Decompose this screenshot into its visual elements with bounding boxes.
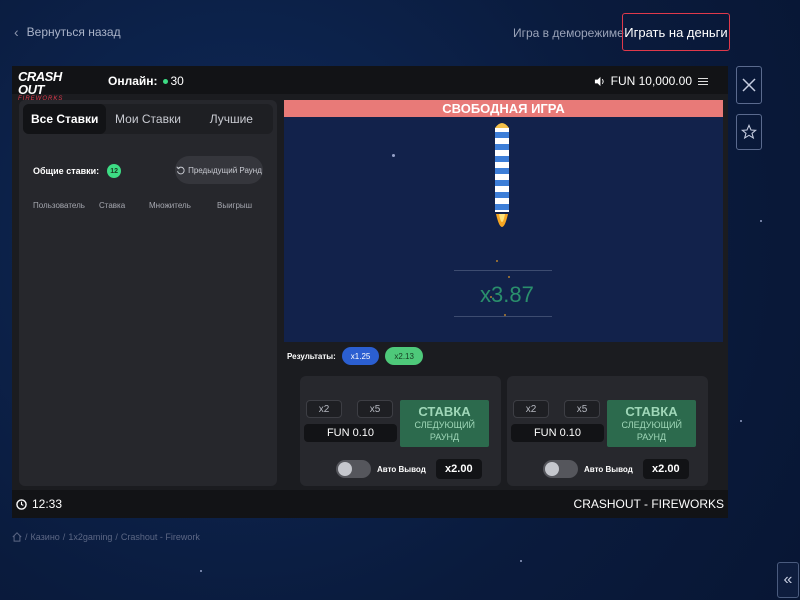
history-icon <box>176 165 185 174</box>
spark <box>508 276 510 278</box>
balance-value: FUN 10,000.00 <box>610 74 692 88</box>
auto-cashout: Авто Вывод x2.00 <box>336 459 482 479</box>
online-dot-icon <box>162 78 168 84</box>
game-header: CRASH OUT FIREWORKS Онлайн: 30 FUN 10,00… <box>12 66 728 102</box>
quick-x5-button[interactable]: x5 <box>357 400 393 418</box>
back-link[interactable]: ‹ Вернуться назад <box>14 24 121 40</box>
result-pill[interactable]: x1.25 <box>341 347 380 365</box>
demo-mode-link[interactable]: Игра в деморежиме <box>513 26 624 40</box>
menu-icon[interactable] <box>698 76 708 87</box>
online-indicator: Онлайн: 30 <box>108 74 184 88</box>
firework-rocket-icon <box>495 123 509 227</box>
auto-cashout-toggle[interactable] <box>336 460 371 478</box>
col-user: Пользователь <box>33 201 85 210</box>
clock-time: 12:33 <box>32 497 63 511</box>
bg-star <box>740 420 742 422</box>
online-label: Онлайн: <box>108 74 158 88</box>
breadcrumb-game: Crashout - Firework <box>120 532 200 542</box>
crashout-logo: CRASH OUT FIREWORKS <box>18 69 64 102</box>
bg-star <box>520 560 522 562</box>
speaker-icon[interactable] <box>594 76 605 87</box>
spark <box>496 260 498 262</box>
bet-panel: x2 x5 FUN 0.10 СТАВКА СЛЕДУЮЩИЙ РАУНД Ав… <box>300 376 501 486</box>
auto-cashout-value[interactable]: x2.00 <box>435 459 482 479</box>
footer-game-title: CRASHOUT - FIREWORKS <box>573 497 724 511</box>
bets-panel: Все Ставки Мои Ставки Лучшие Общие ставк… <box>19 100 277 486</box>
bet-amount-input[interactable]: FUN 0.10 <box>511 424 604 442</box>
total-bets-badge: 12 <box>107 164 122 178</box>
quick-x2-button[interactable]: x2 <box>513 400 549 418</box>
game-frame: CRASH OUT FIREWORKS Онлайн: 30 FUN 10,00… <box>12 66 728 518</box>
bet-amount-input[interactable]: FUN 0.10 <box>304 424 397 442</box>
breadcrumb: / Казино / 1x2gaming / Crashout - Firewo… <box>12 532 200 542</box>
total-bets-label: Общие ставки: <box>33 166 100 176</box>
close-button[interactable] <box>736 66 762 104</box>
tab-my-bets[interactable]: Мои Ставки <box>106 104 189 134</box>
home-icon[interactable] <box>12 532 22 542</box>
stake-label: СТАВКА <box>625 404 678 419</box>
clock: 12:33 <box>16 497 62 511</box>
auto-cashout-label: Авто Вывод <box>584 464 633 474</box>
tab-best[interactable]: Лучшие <box>190 104 273 134</box>
previous-round-button[interactable]: Предыдущий Раунд <box>175 156 263 184</box>
trail-line <box>454 316 552 317</box>
online-count: 30 <box>170 74 184 88</box>
stake-button[interactable]: СТАВКА СЛЕДУЮЩИЙ РАУНД <box>607 400 696 447</box>
results-bar: Результаты: x1.25 x2.13 <box>284 344 723 368</box>
game-screen: СВОБОДНАЯ ИГРА x3.87 <box>284 100 723 342</box>
results-label: Результаты: <box>287 351 336 361</box>
breadcrumb-casino[interactable]: Казино <box>31 532 60 542</box>
play-for-money-button[interactable]: Играть на деньги <box>622 13 730 51</box>
game-footer: 12:33 CRASHOUT - FIREWORKS <box>12 490 728 518</box>
result-pill[interactable]: x2.13 <box>385 347 423 365</box>
balance: FUN 10,000.00 <box>594 74 708 88</box>
total-bets: Общие ставки: 12 <box>33 164 122 178</box>
chevron-left-icon: ‹ <box>14 24 19 40</box>
bg-star <box>760 220 762 222</box>
clock-icon <box>16 498 27 510</box>
col-multiplier: Множитель <box>149 201 191 210</box>
stake-label: СТАВКА <box>418 404 471 419</box>
back-label: Вернуться назад <box>26 25 121 39</box>
bg-star <box>200 570 202 572</box>
col-win: Выигрыш <box>217 201 253 210</box>
favorite-button[interactable] <box>736 114 762 150</box>
auto-cashout: Авто Вывод x2.00 <box>543 459 689 479</box>
tab-all-bets[interactable]: Все Ставки <box>23 104 107 134</box>
stake-button[interactable]: СТАВКА СЛЕДУЮЩИЙ РАУНД <box>400 400 489 447</box>
star-icon <box>741 124 757 140</box>
screen-star <box>392 154 395 157</box>
stake-sub-label: СЛЕДУЮЩИЙ РАУНД <box>621 420 683 442</box>
free-game-banner: СВОБОДНАЯ ИГРА <box>284 100 723 117</box>
quick-x5-button[interactable]: x5 <box>564 400 600 418</box>
collapse-sidebar-button[interactable]: « <box>777 562 799 598</box>
previous-round-label: Предыдущий Раунд <box>188 165 262 175</box>
spark <box>504 314 506 316</box>
stake-sub-label: СЛЕДУЮЩИЙ РАУНД <box>414 420 476 442</box>
quick-x2-button[interactable]: x2 <box>306 400 342 418</box>
auto-cashout-toggle[interactable] <box>543 460 578 478</box>
double-chevron-left-icon: « <box>783 571 793 588</box>
auto-cashout-value[interactable]: x2.00 <box>642 459 689 479</box>
multiplier-value: x3.87 <box>480 282 534 307</box>
close-icon <box>742 78 756 92</box>
breadcrumb-provider[interactable]: 1x2gaming <box>68 532 112 542</box>
trail-line <box>454 270 552 271</box>
col-stake: Ставка <box>99 201 126 210</box>
bets-tabs: Все Ставки Мои Ставки Лучшие <box>23 104 273 134</box>
auto-cashout-label: Авто Вывод <box>377 464 426 474</box>
bet-panel: x2 x5 FUN 0.10 СТАВКА СЛЕДУЮЩИЙ РАУНД Ав… <box>507 376 708 486</box>
